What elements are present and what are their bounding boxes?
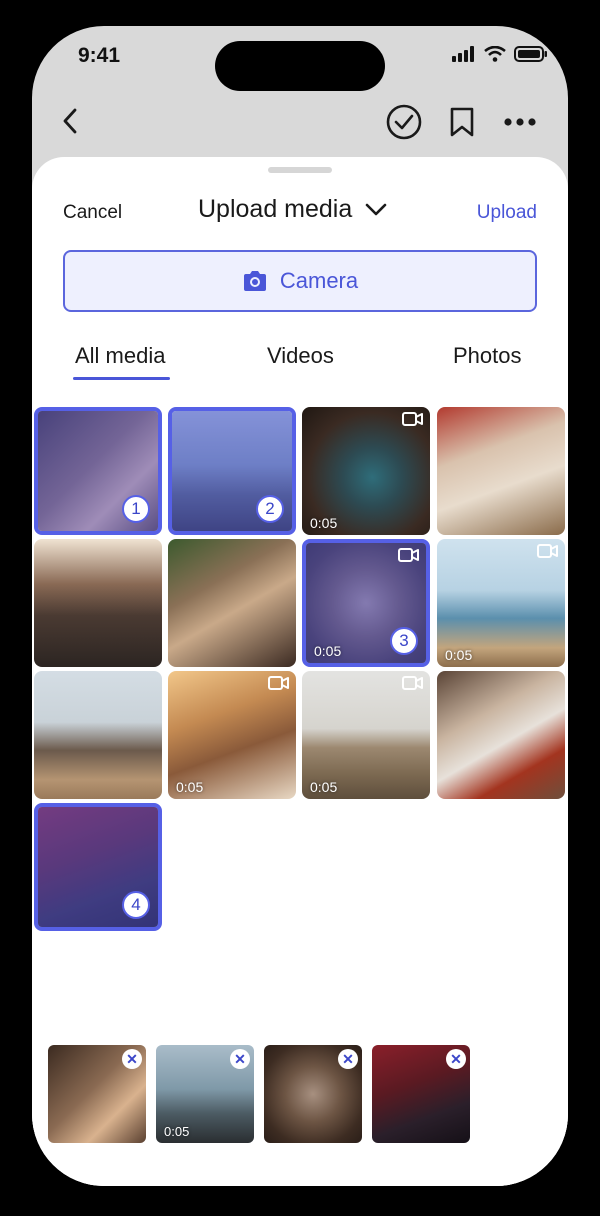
check-circle-button[interactable]	[386, 104, 422, 140]
media-tile[interactable]	[437, 407, 565, 535]
cancel-button[interactable]: Cancel	[63, 202, 122, 224]
status-icons	[452, 46, 548, 62]
status-time: 9:41	[78, 44, 121, 67]
media-thumbnail	[168, 539, 296, 667]
media-thumbnail	[34, 671, 162, 799]
dynamic-island	[215, 41, 385, 91]
selected-media-tray: ✕ ✕ 0:05 ✕ ✕	[32, 1023, 568, 1186]
media-tile[interactable]: 0:05 3	[302, 539, 430, 667]
video-duration: 0:05	[164, 1124, 190, 1139]
media-tile[interactable]: 4	[34, 803, 162, 931]
camera-icon	[243, 271, 266, 291]
media-thumbnail	[34, 539, 162, 667]
battery-icon	[514, 46, 547, 62]
camera-label: Camera	[279, 268, 359, 293]
bookmark-icon	[450, 107, 474, 137]
selected-thumbnail[interactable]: ✕	[48, 1045, 146, 1143]
media-tabs: All media Videos Photos	[32, 333, 568, 383]
phone-frame: 9:41 Cancel Upload media Upload Camera A…	[32, 26, 568, 1186]
bookmark-button[interactable]	[444, 104, 480, 140]
media-tile[interactable]: 1	[34, 407, 162, 535]
video-camera-icon	[537, 544, 558, 558]
camera-button[interactable]: Camera	[63, 250, 537, 312]
selection-number-badge: 2	[256, 495, 284, 523]
upload-sheet: Cancel Upload media Upload Camera All me…	[32, 157, 568, 1186]
more-button[interactable]	[502, 104, 538, 140]
video-camera-icon	[268, 676, 289, 690]
tab-photos[interactable]: Photos	[453, 343, 522, 369]
media-thumbnail	[437, 407, 565, 535]
tab-videos[interactable]: Videos	[267, 343, 334, 369]
sheet-header: Cancel Upload media Upload	[32, 193, 568, 233]
title-dropdown[interactable]: Upload media	[198, 195, 388, 224]
chevron-down-icon	[365, 203, 387, 215]
remove-selection-button[interactable]: ✕	[122, 1049, 142, 1069]
media-thumbnail	[437, 671, 565, 799]
check-circle-icon	[386, 104, 422, 140]
signal-icon	[452, 46, 474, 62]
video-duration: 0:05	[314, 643, 342, 659]
video-duration: 0:05	[310, 779, 338, 795]
media-tile[interactable]: 0:05	[302, 407, 430, 535]
selected-thumbnail[interactable]: ✕	[264, 1045, 362, 1143]
video-camera-icon	[402, 676, 423, 690]
upload-button[interactable]: Upload	[477, 202, 537, 224]
video-duration: 0:05	[310, 515, 338, 531]
video-camera-icon	[398, 548, 419, 562]
tab-all-media[interactable]: All media	[75, 343, 165, 369]
media-tile[interactable]: 2	[168, 407, 296, 535]
wifi-icon	[484, 46, 506, 62]
back-button[interactable]	[56, 106, 86, 136]
media-tile[interactable]: 0:05	[168, 671, 296, 799]
video-duration: 0:05	[176, 779, 204, 795]
media-tile[interactable]	[34, 671, 162, 799]
nav-bar	[32, 92, 568, 152]
media-tile[interactable]: 0:05	[302, 671, 430, 799]
more-horizontal-icon	[504, 118, 536, 126]
media-tile[interactable]	[168, 539, 296, 667]
selected-thumbnail[interactable]: ✕ 0:05	[156, 1045, 254, 1143]
chevron-left-icon	[63, 108, 77, 134]
selected-thumbnail[interactable]: ✕	[372, 1045, 470, 1143]
remove-selection-button[interactable]: ✕	[338, 1049, 358, 1069]
media-tile[interactable]	[34, 539, 162, 667]
media-tile[interactable]: 0:05	[437, 539, 565, 667]
sheet-grabber[interactable]	[268, 167, 332, 173]
selection-number-badge: 3	[390, 627, 418, 655]
status-bar: 9:41	[32, 26, 568, 92]
active-tab-indicator	[73, 377, 170, 380]
video-camera-icon	[402, 412, 423, 426]
selection-number-badge: 1	[122, 495, 150, 523]
video-duration: 0:05	[445, 647, 473, 663]
remove-selection-button[interactable]: ✕	[230, 1049, 250, 1069]
selection-number-badge: 4	[122, 891, 150, 919]
sheet-title: Upload media	[198, 195, 353, 223]
media-tile[interactable]	[437, 671, 565, 799]
remove-selection-button[interactable]: ✕	[446, 1049, 466, 1069]
